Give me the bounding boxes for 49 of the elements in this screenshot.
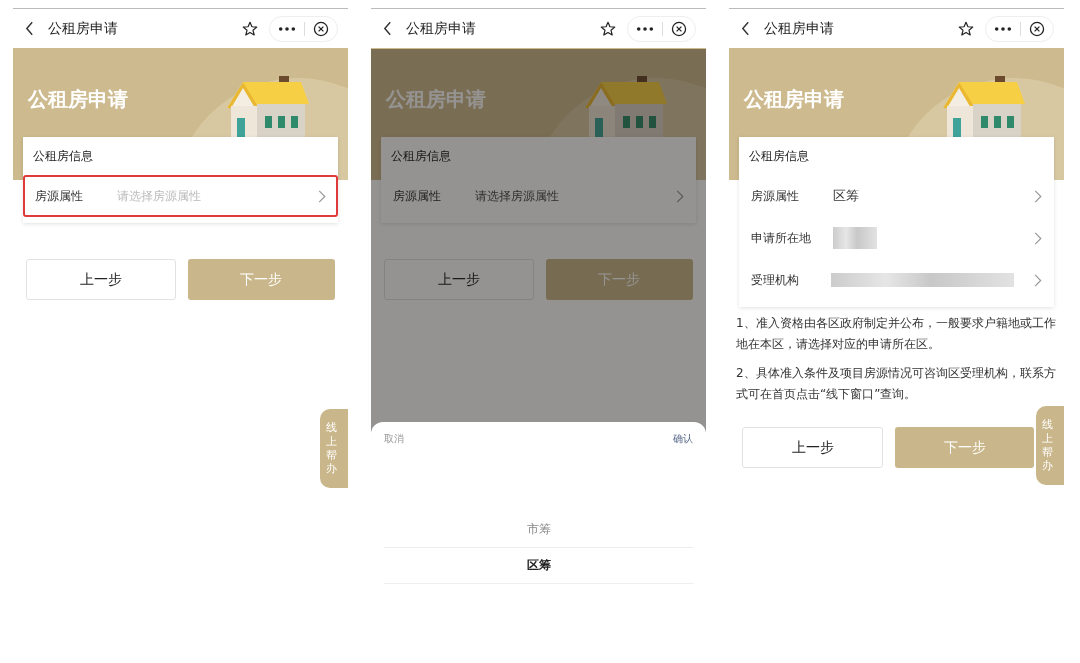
page-title: 公租房申请	[48, 19, 118, 38]
back-icon[interactable]	[741, 21, 750, 36]
picker-option[interactable]: 市筹	[384, 512, 693, 548]
chevron-icon	[318, 189, 326, 203]
chevron-icon	[676, 189, 684, 203]
placeholder-text: 请选择房源属性	[475, 187, 559, 205]
page-title: 公租房申请	[406, 19, 476, 38]
close-icon[interactable]	[313, 20, 329, 37]
banner-title: 公租房申请	[28, 86, 128, 113]
step-button[interactable]: 上一步	[742, 427, 883, 468]
card-heading: 公租房信息	[33, 147, 94, 165]
step-button[interactable]: 上一步	[384, 259, 534, 300]
form-row[interactable]: 申请所在地	[739, 217, 1054, 259]
star-icon[interactable]	[957, 19, 975, 38]
note-text: 2、具体准入条件及项目房源情况可咨询区受理机构，联系方式可在首页点击“线下窗口”查询。	[736, 365, 1057, 403]
banner-title: 公租房申请	[386, 86, 486, 113]
more-icon[interactable]	[994, 25, 1012, 32]
form-row[interactable]: 房源属性 区筹	[739, 175, 1054, 217]
field-label: 房源属性	[393, 187, 442, 205]
step-button[interactable]: 上一步	[26, 259, 176, 300]
page-title: 公租房申请	[764, 19, 834, 38]
close-icon[interactable]	[671, 20, 687, 37]
star-icon[interactable]	[241, 19, 259, 38]
blurred-value	[833, 227, 877, 249]
close-icon[interactable]	[1029, 20, 1045, 37]
chevron-icon	[1034, 231, 1042, 245]
placeholder-text: 请选择房源属性	[117, 187, 201, 205]
back-icon[interactable]	[25, 21, 34, 36]
more-icon[interactable]	[636, 25, 654, 32]
form-row[interactable]: 房源属性 请选择房源属性	[23, 175, 338, 217]
field-label: 房源属性	[751, 187, 800, 205]
banner-title: 公租房申请	[744, 86, 844, 113]
note-text: 1、准入资格由各区政府制定并公布，一般要求户籍地或工作地在本区，请选择对应的申请所在区。	[736, 315, 1057, 353]
form-row[interactable]: 房源属性 请选择房源属性	[381, 175, 696, 217]
field-label: 受理机构	[751, 271, 800, 289]
confirm-button[interactable]: 确认	[673, 432, 693, 446]
card-heading: 公租房信息	[749, 147, 810, 165]
field-value: 区筹	[833, 187, 859, 205]
field-label: 申请所在地	[751, 229, 812, 247]
form-row[interactable]: 受理机构	[739, 259, 1054, 301]
field-label: 房源属性	[35, 187, 84, 205]
chevron-icon	[1034, 189, 1042, 203]
picker-option[interactable]: 区筹	[384, 548, 693, 584]
card-heading: 公租房信息	[391, 147, 452, 165]
cancel-button[interactable]: 取消	[384, 432, 404, 446]
star-icon[interactable]	[599, 19, 617, 38]
back-icon[interactable]	[383, 21, 392, 36]
chevron-icon	[1034, 273, 1042, 287]
more-icon[interactable]	[278, 25, 296, 32]
